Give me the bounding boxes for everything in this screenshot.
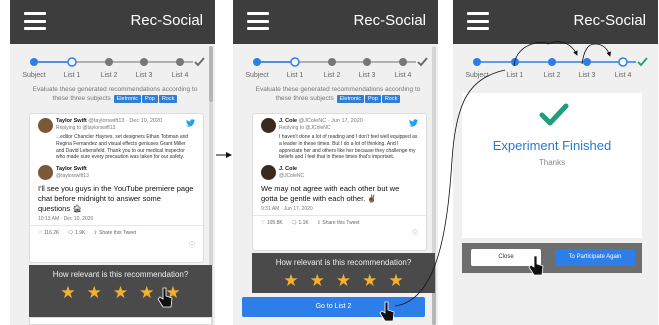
arrow-panel2-to-panel3: [394, 69, 506, 307]
arrow-list1-to-list2: [513, 41, 578, 67]
arrow-list2-to-list3: [581, 43, 612, 65]
flow-arrows: [216, 41, 612, 307]
